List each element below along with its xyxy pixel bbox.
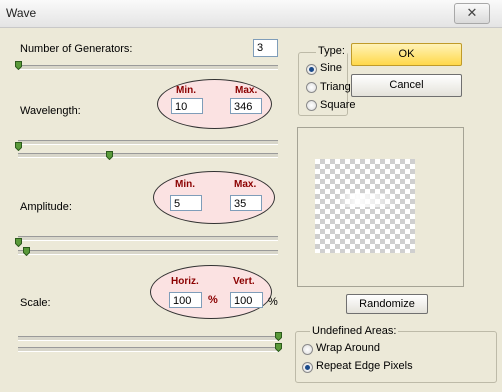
generators-slider-track[interactable] bbox=[18, 65, 278, 70]
scale-vert-label: Vert. bbox=[233, 276, 255, 287]
undefined-areas-group bbox=[295, 331, 497, 383]
type-triangle-radio[interactable] bbox=[306, 82, 317, 93]
randomize-button[interactable]: Randomize bbox=[346, 294, 428, 314]
wrap-around-label: Wrap Around bbox=[316, 342, 381, 354]
amplitude-min-slider-thumb[interactable] bbox=[15, 238, 22, 247]
randomize-label: Randomize bbox=[359, 298, 415, 310]
scale-label: Scale: bbox=[20, 297, 51, 309]
generators-slider-thumb[interactable] bbox=[15, 61, 22, 70]
type-sine-label: Sine bbox=[320, 62, 343, 74]
ok-button[interactable]: OK bbox=[351, 43, 462, 66]
close-icon: ✕ bbox=[466, 5, 478, 20]
wave-dialog: Wave ✕ Number of Generators: 3 Min. Max.… bbox=[0, 0, 502, 392]
generators-label: Number of Generators: bbox=[20, 43, 133, 55]
amplitude-max-slider-track[interactable] bbox=[18, 250, 278, 255]
cancel-label: Cancel bbox=[389, 79, 424, 91]
scale-vert-percent: % bbox=[268, 296, 278, 308]
scale-vert-slider-track[interactable] bbox=[18, 347, 280, 352]
cancel-button[interactable]: Cancel bbox=[351, 74, 462, 97]
amplitude-max-value: 35 bbox=[234, 198, 247, 210]
repeat-edge-pixels-radio[interactable] bbox=[302, 362, 313, 373]
wrap-around-radio[interactable] bbox=[302, 344, 313, 355]
scale-horiz-field[interactable]: 100 bbox=[169, 292, 202, 308]
wavelength-min-value: 10 bbox=[175, 101, 188, 113]
scale-horiz-percent: % bbox=[208, 294, 218, 306]
wavelength-min-slider-thumb[interactable] bbox=[15, 142, 22, 151]
wavelength-min-field[interactable]: 10 bbox=[171, 98, 203, 114]
wavelength-max-label: Max. bbox=[235, 85, 258, 96]
preview-wave-shape bbox=[337, 193, 397, 207]
generators-field[interactable]: 3 bbox=[253, 39, 278, 57]
amplitude-min-field[interactable]: 5 bbox=[170, 195, 202, 211]
amplitude-max-label: Max. bbox=[234, 179, 257, 190]
preview-image bbox=[315, 159, 415, 253]
type-square-radio[interactable] bbox=[306, 100, 317, 111]
preview-frame bbox=[297, 127, 464, 287]
type-sine-radio[interactable] bbox=[306, 64, 317, 75]
amplitude-max-field[interactable]: 35 bbox=[230, 195, 262, 211]
scale-vert-value: 100 bbox=[234, 295, 253, 307]
amplitude-min-slider-track[interactable] bbox=[18, 236, 278, 241]
amplitude-label: Amplitude: bbox=[20, 201, 72, 213]
wavelength-max-slider-thumb[interactable] bbox=[106, 151, 113, 160]
scale-horiz-value: 100 bbox=[173, 295, 192, 307]
undefined-areas-title: Undefined Areas: bbox=[310, 325, 399, 337]
wavelength-max-slider-track[interactable] bbox=[18, 153, 278, 158]
wavelength-label: Wavelength: bbox=[20, 105, 81, 117]
ok-label: OK bbox=[398, 48, 415, 60]
amplitude-min-label: Min. bbox=[175, 179, 195, 190]
wavelength-max-field[interactable]: 346 bbox=[230, 98, 262, 114]
scale-horiz-slider-thumb[interactable] bbox=[275, 332, 282, 341]
scale-vert-field[interactable]: 100 bbox=[230, 292, 263, 308]
wavelength-min-label: Min. bbox=[176, 85, 196, 96]
scale-horiz-label: Horiz. bbox=[171, 276, 199, 287]
wavelength-max-value: 346 bbox=[234, 101, 253, 113]
type-square-label: Square bbox=[320, 99, 356, 111]
type-group-title: Type: bbox=[316, 45, 347, 57]
window-title: Wave bbox=[6, 6, 37, 20]
wavelength-min-slider-track[interactable] bbox=[18, 140, 278, 145]
amplitude-max-slider-thumb[interactable] bbox=[23, 247, 30, 256]
repeat-edge-pixels-label: Repeat Edge Pixels bbox=[316, 360, 413, 372]
title-bar: Wave ✕ bbox=[0, 0, 502, 28]
scale-vert-slider-thumb[interactable] bbox=[275, 343, 282, 352]
generators-value: 3 bbox=[257, 42, 264, 54]
scale-horiz-slider-track[interactable] bbox=[18, 336, 280, 341]
amplitude-min-value: 5 bbox=[174, 198, 181, 210]
close-button[interactable]: ✕ bbox=[454, 3, 490, 24]
